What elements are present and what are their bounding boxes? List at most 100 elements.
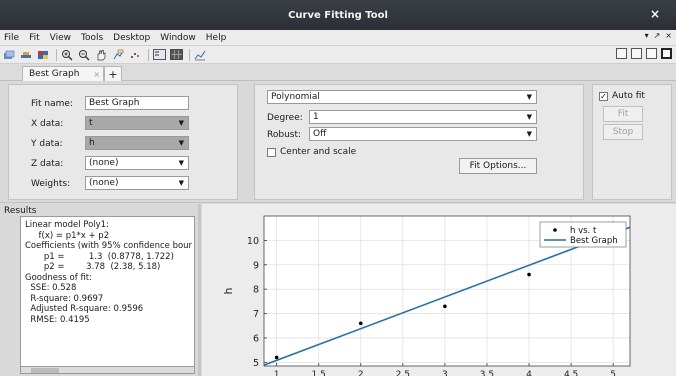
x-tick-label: 2 [358,370,364,376]
pane-splitter[interactable] [198,204,201,376]
robust-label: Robust: [267,130,302,140]
x-tick-label: 1.5 [312,370,326,376]
legend-icon[interactable] [152,49,166,61]
x-data-label: X data: [31,119,64,129]
toolbar-separator [148,48,149,61]
menu-desktop[interactable]: Desktop [113,33,150,43]
degree-value: 1 [313,112,319,122]
x-tick-label: 2.5 [396,370,410,376]
fit-plot[interactable]: 1 1.5 2 2.5 3 3.5 4 4.5 5 5 6 7 8 9 10 h h vs. tBest Gra… [202,204,676,376]
close-icon[interactable]: × [665,31,672,40]
y-tick-label: 9 [253,260,259,271]
chevron-down-icon: ▼ [178,139,184,147]
weights-select[interactable]: (none) ▼ [85,176,189,190]
y-data-label: Y data: [31,139,63,149]
y-tick-label: 7 [253,309,259,320]
z-data-select[interactable]: (none) ▼ [85,156,189,170]
results-line: Linear model Poly1: [25,220,109,230]
stop-button[interactable]: Stop [603,124,643,140]
z-data-label: Z data: [31,159,64,169]
residuals-icon[interactable] [193,49,207,61]
results-line: SSE: 0.528 [25,283,77,293]
results-title: Results [4,206,37,216]
y-tick-label: 8 [253,285,259,296]
data-cursor-icon[interactable] [111,49,125,61]
weights-value: (none) [89,178,119,188]
fit-name-label: Fit name: [31,99,73,109]
layout-grid-icon[interactable] [661,48,672,59]
menu-tools[interactable]: Tools [81,33,103,43]
zoom-in-icon[interactable] [60,49,74,61]
x-data-select[interactable]: t ▼ [85,116,189,130]
fit-name-input[interactable]: Best Graph [85,96,189,110]
results-line: Adjusted R-square: 0.9596 [25,304,144,314]
legend-entry: Best Graph [570,236,618,246]
menu-bar: File Fit View Tools Desktop Window Help … [0,30,676,46]
x-tick-label: 3 [442,370,448,376]
results-line: Coefficients (with 95% confidence bour [25,241,193,251]
legend-entry: h vs. t [570,226,597,236]
close-tab-icon[interactable]: × [93,70,100,79]
toolbar-separator [56,48,57,61]
fit-type-select[interactable]: Polynomial ▼ [267,90,537,104]
chevron-down-icon: ▼ [178,159,184,167]
auto-fit-checkbox[interactable]: ✓ Auto fit [599,91,645,101]
robust-select[interactable]: Off ▼ [309,127,537,141]
data-point [358,321,363,326]
menu-view[interactable]: View [50,33,71,43]
layout-two-rows-icon[interactable] [646,48,657,59]
chevron-down-icon: ▼ [178,179,184,187]
fit-type-value: Polynomial [271,92,320,102]
data-icon[interactable] [19,49,33,61]
results-text: Linear model Poly1: f(x) = p1*x + p2 Coe… [20,216,195,368]
x-tick-label: 4.5 [564,370,578,376]
scrollbar-thumb[interactable] [31,368,59,373]
y-data-select[interactable]: h ▼ [85,136,189,150]
exclude-icon[interactable] [128,49,142,61]
x-tick-label: 4 [526,370,532,376]
x-tick-label: 5 [610,370,616,376]
fit-type-panel: Polynomial ▼ Degree: 1 ▼ Robust: Off ▼ Cent… [254,84,584,200]
autofit-panel: ✓ Auto fit Fit Stop [592,84,672,200]
pane-divider [0,202,676,203]
pan-icon[interactable] [94,49,108,61]
menu-help[interactable]: Help [206,33,227,43]
center-scale-checkbox[interactable]: Center and scale [267,147,356,157]
results-line: p1 = 1.3 (0.8778, 1.722) [25,251,174,262]
fit-options-button[interactable]: Fit Options... [459,158,537,174]
menu-fit[interactable]: Fit [29,33,40,43]
data-point [274,355,279,360]
minimize-icon[interactable]: ▾ [645,31,649,40]
chevron-down-icon: ▼ [526,113,532,121]
checkmark-icon: ✓ [599,91,608,101]
chevron-down-icon: ▼ [178,119,184,127]
menu-window[interactable]: Window [160,33,196,43]
results-line: f(x) = p1*x + p2 [25,230,110,241]
layout-single-icon[interactable] [616,48,627,59]
degree-select[interactable]: 1 ▼ [309,110,537,124]
data-point [443,304,447,309]
x-data-value: t [89,118,93,128]
y-tick-label: 6 [253,333,259,344]
zoom-out-icon[interactable] [77,49,91,61]
layout-two-columns-icon[interactable] [631,48,642,59]
toolbar-separator [189,48,190,61]
undock-icon[interactable]: ↗ [654,31,661,40]
toolbar [0,46,676,64]
add-tab-button[interactable]: + [104,66,122,81]
new-fit-icon[interactable] [2,49,16,61]
title-bar: Curve Fitting Tool × [0,0,676,30]
fit-button[interactable]: Fit [603,106,643,122]
robust-value: Off [313,129,327,139]
color-map-icon[interactable] [36,49,50,61]
results-scrollbar[interactable] [20,366,195,374]
grid-icon[interactable] [169,49,183,61]
window-title: Curve Fitting Tool [288,9,388,21]
y-tick-label: 5 [253,358,259,369]
menu-file[interactable]: File [4,33,19,43]
results-line: R-square: 0.9697 [25,293,104,304]
close-window-icon[interactable]: × [650,7,660,21]
z-data-value: (none) [89,158,119,168]
tab-best-graph[interactable]: Best Graph × [22,66,104,81]
chevron-down-icon: ▼ [526,130,532,138]
